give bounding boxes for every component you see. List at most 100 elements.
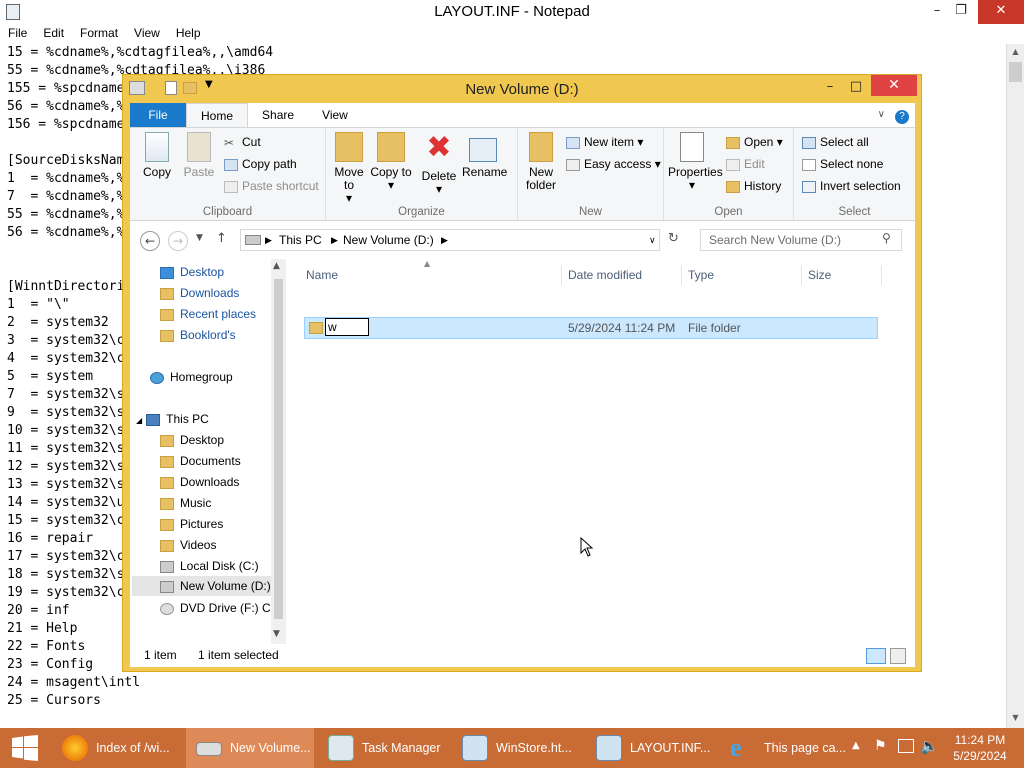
column-size[interactable]: Size <box>802 265 882 285</box>
paste-button[interactable]: Paste <box>178 130 220 179</box>
notepad-scrollbar[interactable]: ▲ ▼ <box>1006 44 1024 728</box>
back-button[interactable]: ← <box>140 231 160 251</box>
tab-share[interactable]: Share <box>248 103 308 127</box>
menu-help[interactable]: Help <box>168 24 209 42</box>
nav-pc-downloads[interactable]: Downloads <box>160 472 239 492</box>
paste-shortcut-icon <box>224 180 238 193</box>
menu-format[interactable]: Format <box>72 24 126 42</box>
rename-button[interactable]: Rename <box>462 130 507 179</box>
explorer-minimize-button[interactable]: – <box>817 77 843 97</box>
history-button[interactable]: History <box>726 176 781 196</box>
properties-quick-icon[interactable] <box>165 81 177 95</box>
restore-button[interactable]: ❐ <box>946 0 976 24</box>
nav-fav-downloads[interactable]: Downloads <box>160 283 239 303</box>
scroll-up-icon[interactable]: ▲ <box>273 261 280 271</box>
tab-home[interactable]: Home <box>186 103 249 127</box>
large-icons-view-icon[interactable] <box>890 648 906 664</box>
volume-muted-icon[interactable]: 🔈 <box>920 737 939 755</box>
tab-view[interactable]: View <box>308 103 362 127</box>
search-icon[interactable]: ⚲ <box>882 231 891 245</box>
taskbar-layout-inf[interactable]: LAYOUT.INF... <box>586 728 716 768</box>
address-dropdown-icon[interactable]: ∨ <box>649 230 656 250</box>
edit-button[interactable]: Edit <box>726 154 765 174</box>
scroll-up-icon[interactable]: ▲ <box>1007 44 1024 60</box>
search-input[interactable]: Search New Volume (D:) <box>700 229 902 251</box>
notepad-menubar: File Edit Format View Help <box>0 24 1024 42</box>
nav-pc-documents[interactable]: Documents <box>160 451 241 471</box>
forward-button[interactable]: → <box>168 231 188 251</box>
invert-selection-button[interactable]: Invert selection <box>802 176 901 196</box>
nav-pc-videos[interactable]: Videos <box>160 535 216 555</box>
nav-pc-local-disk[interactable]: Local Disk (C:) <box>160 556 259 576</box>
show-hidden-icons-icon[interactable]: ▲ <box>852 740 860 751</box>
easy-access-icon <box>566 158 580 171</box>
nav-fav-booklords[interactable]: Booklord's <box>160 325 236 345</box>
cut-button[interactable]: ✂ Cut <box>224 132 261 152</box>
action-center-flag-icon[interactable]: ⚑ <box>874 738 887 754</box>
nav-pc-desktop[interactable]: Desktop <box>160 430 224 450</box>
taskbar-firefox[interactable]: Index of /wi... <box>52 728 184 768</box>
select-none-button[interactable]: Select none <box>802 154 883 174</box>
new-folder-quick-icon[interactable] <box>183 82 197 94</box>
help-icon[interactable]: ? <box>889 103 915 127</box>
open-button[interactable]: Open ▾ <box>726 132 783 152</box>
column-date[interactable]: Date modified <box>562 265 682 285</box>
copy-button[interactable]: Copy <box>136 130 178 179</box>
new-folder-button[interactable]: New folder <box>520 130 562 192</box>
crumb-new-volume[interactable]: New Volume (D:) <box>343 230 434 250</box>
nav-fav-recent[interactable]: Recent places <box>160 304 256 324</box>
menu-edit[interactable]: Edit <box>35 24 72 42</box>
menu-file[interactable]: File <box>0 24 35 42</box>
delete-button[interactable]: ✖ Delete ▾ <box>418 130 460 196</box>
column-name[interactable]: Name <box>300 265 562 285</box>
paste-shortcut-button[interactable]: Paste shortcut <box>224 176 319 196</box>
organize-group: Move to ▾ Copy to ▾ ✖ Delete ▾ Rename Organi… <box>326 128 518 220</box>
copy-path-button[interactable]: Copy path <box>224 154 297 174</box>
address-bar[interactable]: ▶ This PC ▶ New Volume (D:) ▶ ∨ <box>240 229 660 251</box>
explorer-close-button[interactable]: ✕ <box>871 75 917 96</box>
nav-pc-music[interactable]: Music <box>160 493 211 513</box>
properties-button[interactable]: Properties ▾ <box>668 130 723 192</box>
tab-file[interactable]: File <box>130 103 186 127</box>
invert-selection-icon <box>802 180 816 193</box>
scroll-thumb[interactable] <box>1009 62 1022 82</box>
nav-scroll-thumb[interactable] <box>274 279 283 619</box>
crumb-this-pc[interactable]: This PC <box>279 230 322 250</box>
scroll-down-icon[interactable]: ▼ <box>1007 710 1024 726</box>
up-button[interactable]: ↑ <box>216 231 227 246</box>
nav-homegroup[interactable]: Homegroup <box>150 367 233 387</box>
nav-scrollbar[interactable]: ▲ ▼ <box>271 259 286 644</box>
rename-input[interactable]: w <box>325 318 369 336</box>
details-view-icon[interactable] <box>866 648 886 664</box>
move-to-button[interactable]: Move to ▾ <box>328 130 370 205</box>
nav-fav-desktop[interactable]: Desktop <box>160 262 224 282</box>
refresh-icon[interactable]: ↻ <box>668 231 679 246</box>
quick-access-dropdown-icon[interactable]: ▼ <box>205 79 213 90</box>
nav-this-pc[interactable]: ◢ This PC <box>136 409 209 429</box>
taskbar: Index of /wi... New Volume... Task Manag… <box>0 728 1024 768</box>
menu-view[interactable]: View <box>126 24 168 42</box>
recent-locations-icon[interactable]: ▼ <box>196 233 203 243</box>
downloads-icon <box>160 287 174 300</box>
column-type[interactable]: Type <box>682 265 802 285</box>
nav-pc-pictures[interactable]: Pictures <box>160 514 223 534</box>
start-button[interactable] <box>0 728 50 768</box>
system-clock[interactable]: 11:24 PM 5/29/2024 <box>940 732 1020 764</box>
network-icon[interactable] <box>898 739 914 753</box>
select-all-button[interactable]: Select all <box>802 132 869 152</box>
nav-pc-new-volume[interactable]: New Volume (D:) <box>132 576 271 596</box>
ribbon-expand-icon[interactable]: ∨ <box>874 103 889 127</box>
taskbar-ie[interactable]: e This page ca... <box>720 728 850 768</box>
taskbar-winstore[interactable]: WinStore.ht... <box>452 728 582 768</box>
scroll-down-icon[interactable]: ▼ <box>273 629 280 639</box>
taskbar-explorer[interactable]: New Volume... <box>186 728 314 768</box>
local-disk-icon <box>160 560 174 573</box>
copy-to-button[interactable]: Copy to ▾ <box>370 130 412 192</box>
table-row[interactable]: w 5/29/2024 11:24 PM File folder <box>304 317 878 339</box>
new-item-button[interactable]: New item ▾ <box>566 132 643 152</box>
nav-pc-dvd-drive[interactable]: DVD Drive (F:) CD <box>160 598 279 618</box>
close-button[interactable]: ✕ <box>978 0 1024 24</box>
explorer-maximize-button[interactable]: □ <box>843 77 869 97</box>
taskbar-task-manager[interactable]: Task Manager <box>318 728 448 768</box>
easy-access-button[interactable]: Easy access ▾ <box>566 154 661 174</box>
